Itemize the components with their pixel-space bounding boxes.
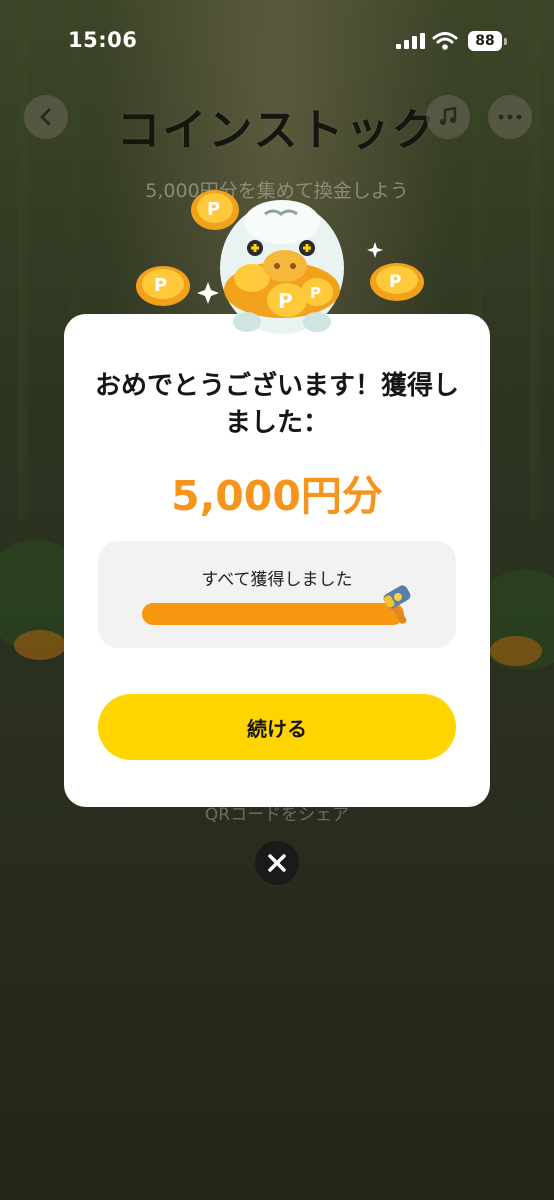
svg-text:P: P [310, 284, 321, 302]
piggy-bank-mascot: P P P P P [136, 190, 424, 334]
more-button[interactable] [488, 95, 532, 139]
svg-text:P: P [154, 275, 167, 296]
status-bar: 15:06 88 [0, 0, 554, 84]
svg-text:P: P [389, 272, 401, 292]
music-button[interactable] [426, 95, 470, 139]
progress-card: すべて獲得しました [98, 541, 456, 648]
svg-text:P: P [278, 289, 293, 313]
reward-amount: 5,000円分 [171, 472, 383, 520]
close-button[interactable] [255, 841, 299, 885]
progress-bar [142, 603, 404, 625]
coin-decoration [14, 630, 66, 660]
hammer-icon [383, 585, 411, 624]
coin-icon: P [191, 190, 239, 230]
reward-modal: おめでとうございます！獲得しました： 5,000円分 すべて獲得しました 続ける [64, 314, 490, 807]
coin-decoration [490, 636, 542, 666]
signal-icon [396, 33, 425, 49]
battery-icon: 88 [468, 30, 508, 52]
coin-icon: P [370, 263, 424, 301]
close-icon [268, 854, 286, 872]
status-time: 15:06 [68, 28, 138, 52]
modal-heading: おめでとうございます！獲得しました： [94, 371, 459, 438]
continue-button[interactable]: 続ける [98, 694, 456, 760]
wifi-icon [432, 32, 458, 50]
progress-fill [142, 603, 404, 625]
battery-level: 88 [468, 31, 502, 51]
svg-text:P: P [207, 199, 220, 220]
music-note-icon [440, 106, 457, 125]
coin-icon: P [136, 266, 190, 306]
page-title: コインストック [116, 105, 438, 156]
more-dots-icon [498, 114, 522, 120]
